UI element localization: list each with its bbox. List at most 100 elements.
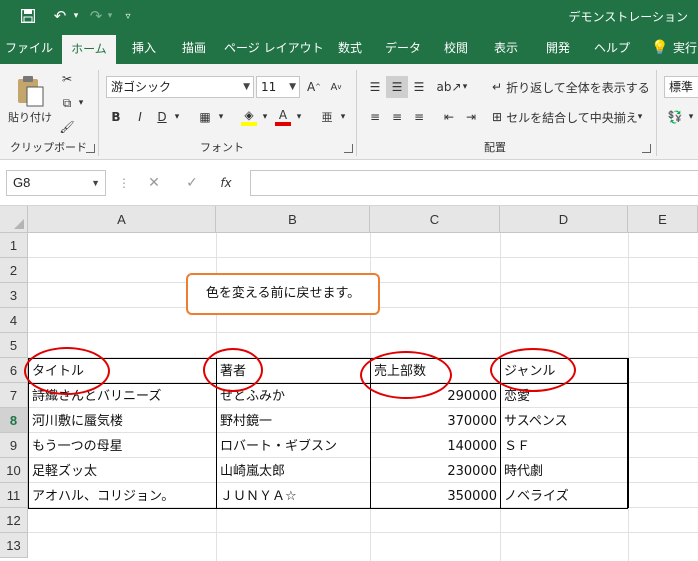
increase-indent-icon[interactable]: ⇥ xyxy=(460,106,482,128)
align-left-icon[interactable]: ≡ xyxy=(364,106,386,128)
tab-tell-me[interactable]: 実行 xyxy=(672,32,698,64)
cell-sales[interactable]: 370000 xyxy=(371,409,500,434)
clipboard-launcher-icon[interactable] xyxy=(86,144,95,153)
align-top-icon[interactable]: ☰ xyxy=(364,76,386,98)
wrap-text-button[interactable]: ↵ 折り返して全体を表示する xyxy=(492,76,650,98)
cell-genre[interactable]: ノベライズ xyxy=(501,484,627,509)
row-header[interactable]: 3 xyxy=(0,283,28,308)
accounting-format-icon[interactable]: 💱 xyxy=(664,106,686,128)
name-box[interactable]: G8 ▼ xyxy=(6,170,106,196)
gridline xyxy=(28,532,698,533)
tab-home[interactable]: ホーム xyxy=(62,35,116,64)
align-bottom-icon[interactable]: ☰ xyxy=(408,76,430,98)
accounting-dropdown-icon[interactable]: ▾ xyxy=(686,106,696,128)
redo-dropdown-icon[interactable]: ▾ xyxy=(104,6,116,26)
cell-genre[interactable]: ＳＦ xyxy=(501,434,627,459)
row-header[interactable]: 13 xyxy=(0,533,28,558)
row-header[interactable]: 10 xyxy=(0,458,28,483)
cell-author[interactable]: ロバート・ギブスン xyxy=(217,434,370,459)
column-header-a[interactable]: A xyxy=(28,206,216,233)
undo-icon[interactable]: ↶ xyxy=(48,6,72,26)
tab-page-layout[interactable]: ページ レイアウト xyxy=(224,32,324,64)
underline-button[interactable]: D xyxy=(152,106,172,128)
row-header[interactable]: 1 xyxy=(0,233,28,258)
select-all-button[interactable] xyxy=(0,206,28,233)
row-header-selected[interactable]: 8 xyxy=(0,408,28,433)
tab-developer[interactable]: 開発 xyxy=(536,32,580,64)
tab-view[interactable]: 表示 xyxy=(486,32,526,64)
tab-formulas[interactable]: 数式 xyxy=(330,32,370,64)
lightbulb-icon[interactable]: 💡 xyxy=(650,32,670,64)
alignment-launcher-icon[interactable] xyxy=(642,144,651,153)
save-icon[interactable] xyxy=(16,6,40,26)
clipboard-group-label: クリップボード xyxy=(10,141,87,154)
customize-quick-access-icon[interactable]: ▿ xyxy=(118,6,138,26)
copy-icon[interactable]: ⧉ xyxy=(56,92,78,114)
paste-button[interactable]: 貼り付け xyxy=(8,68,52,132)
cell-genre[interactable]: 時代劇 xyxy=(501,459,627,484)
fill-color-icon[interactable]: ◈ xyxy=(238,106,260,128)
tab-file[interactable]: ファイル xyxy=(4,32,54,64)
cell-title[interactable]: 河川敷に蜃気楼 xyxy=(29,409,216,434)
cell-title[interactable]: 足軽ズッ太 xyxy=(29,459,216,484)
row-header[interactable]: 4 xyxy=(0,308,28,333)
font-name-select[interactable]: 游ゴシック ▼ xyxy=(106,76,254,98)
enter-icon[interactable]: ✓ xyxy=(180,172,204,194)
column-header-c[interactable]: C xyxy=(370,206,500,233)
borders-icon[interactable]: ▦ xyxy=(194,106,216,128)
copy-dropdown-icon[interactable]: ▾ xyxy=(76,92,86,114)
cell-author[interactable]: ＪＵＮＹＡ☆ xyxy=(217,484,370,509)
font-color-dropdown-icon[interactable]: ▾ xyxy=(294,106,304,128)
formula-input[interactable] xyxy=(250,170,698,196)
column-header-d[interactable]: D xyxy=(500,206,628,233)
column-header-e[interactable]: E xyxy=(628,206,698,233)
cancel-icon[interactable]: ✕ xyxy=(142,172,166,194)
phonetic-guide-icon[interactable]: 亜 xyxy=(316,106,338,128)
decrease-indent-icon[interactable]: ⇤ xyxy=(438,106,460,128)
align-right-icon[interactable]: ≡ xyxy=(408,106,430,128)
cell-author[interactable]: 山崎嵐太郎 xyxy=(217,459,370,484)
cut-icon[interactable]: ✂ xyxy=(56,68,78,90)
merge-dropdown-icon[interactable]: ▾ xyxy=(634,106,646,128)
fill-color-dropdown-icon[interactable]: ▾ xyxy=(260,106,270,128)
merge-center-button[interactable]: ⊞ セルを結合して中央揃え xyxy=(492,106,638,128)
number-format-select[interactable]: 標準 xyxy=(664,76,698,98)
row-header[interactable]: 2 xyxy=(0,258,28,283)
insert-function-icon[interactable]: fx xyxy=(214,172,238,194)
row-header[interactable]: 7 xyxy=(0,383,28,408)
decrease-font-size-icon[interactable]: Av xyxy=(326,76,346,98)
row-header[interactable]: 12 xyxy=(0,508,28,533)
font-launcher-icon[interactable] xyxy=(344,144,353,153)
column-header-b[interactable]: B xyxy=(216,206,370,233)
align-middle-icon[interactable]: ☰ xyxy=(386,76,408,98)
tab-data[interactable]: データ xyxy=(380,32,426,64)
underline-dropdown-icon[interactable]: ▾ xyxy=(172,106,182,128)
phonetic-dropdown-icon[interactable]: ▾ xyxy=(338,106,348,128)
undo-dropdown-icon[interactable]: ▾ xyxy=(70,6,82,26)
tab-review[interactable]: 校閲 xyxy=(434,32,478,64)
tab-draw[interactable]: 描画 xyxy=(174,32,214,64)
cell-sales[interactable]: 230000 xyxy=(371,459,500,484)
increase-font-size-icon[interactable]: A ^ xyxy=(304,76,324,98)
cell-title[interactable]: アオハル、コリジョン。 xyxy=(29,484,216,509)
row-header[interactable]: 9 xyxy=(0,433,28,458)
cell-sales[interactable]: 140000 xyxy=(371,434,500,459)
font-size-select[interactable]: 11 ▼ xyxy=(256,76,300,98)
row-header[interactable]: 5 xyxy=(0,333,28,358)
align-center-icon[interactable]: ≡ xyxy=(386,106,408,128)
cell-genre[interactable]: サスペンス xyxy=(501,409,627,434)
tab-insert[interactable]: 挿入 xyxy=(124,32,164,64)
format-painter-icon[interactable]: 🖌 xyxy=(56,116,78,138)
italic-button[interactable]: I xyxy=(130,106,150,128)
borders-dropdown-icon[interactable]: ▾ xyxy=(216,106,226,128)
font-color-icon[interactable]: A xyxy=(272,106,294,128)
more-options-icon[interactable]: ⋮ xyxy=(112,172,136,194)
cell-sales[interactable]: 350000 xyxy=(371,484,500,509)
row-header[interactable]: 11 xyxy=(0,483,28,508)
orientation-icon[interactable]: ab↗ xyxy=(436,76,461,98)
tab-help[interactable]: ヘルプ xyxy=(590,32,634,64)
cell-title[interactable]: もう一つの母星 xyxy=(29,434,216,459)
bold-button[interactable]: B xyxy=(106,106,126,128)
orientation-dropdown-icon[interactable]: ▾ xyxy=(460,76,470,98)
cell-author[interactable]: 野村鏡一 xyxy=(217,409,370,434)
